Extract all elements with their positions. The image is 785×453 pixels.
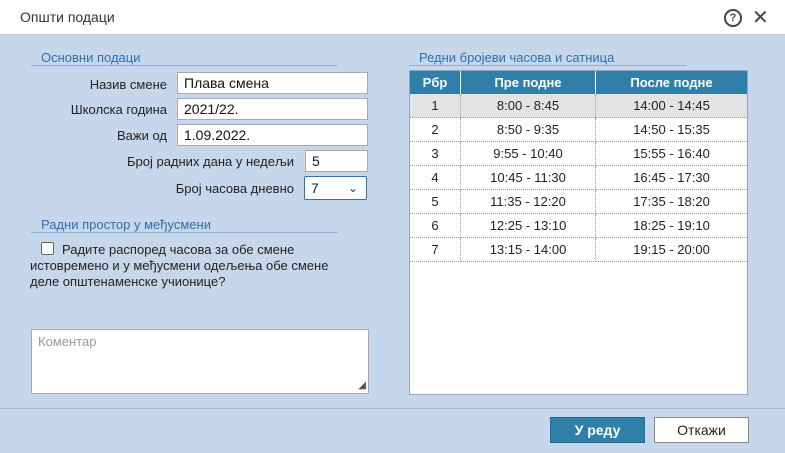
- table-row[interactable]: 4 10:45 - 11:30 16:45 - 17:30: [410, 165, 747, 190]
- schedule-section-title: Редни бројеви часова и сатница: [419, 50, 615, 65]
- table-cell: 18:25 - 19:10: [595, 213, 747, 238]
- working-days-label: Број радних дана у недељи: [126, 154, 294, 169]
- ok-button[interactable]: У реду: [550, 417, 645, 443]
- table-row[interactable]: 6 12:25 - 13:10 18:25 - 19:10: [410, 213, 747, 238]
- table-cell: 10:45 - 11:30: [460, 165, 596, 190]
- table-cell: 14:00 - 14:45: [595, 94, 747, 118]
- school-year-label: Школска година: [70, 102, 167, 117]
- valid-from-field[interactable]: 1.09.2022.: [177, 124, 368, 146]
- shift-name-field[interactable]: Плава смена: [177, 72, 368, 94]
- table-cell: 4: [410, 165, 461, 190]
- table-header-row: Рбр Пре подне После подне: [410, 71, 747, 94]
- comment-placeholder: Коментар: [38, 334, 97, 349]
- column-header-morning[interactable]: Пре подне: [460, 71, 596, 94]
- cancel-button[interactable]: Откажи: [654, 417, 749, 443]
- shift-name-label: Назив смене: [89, 77, 167, 92]
- table-cell: 17:35 - 18:20: [595, 189, 747, 214]
- table-cell: 14:50 - 15:35: [595, 117, 747, 142]
- table-row[interactable]: 2 8:50 - 9:35 14:50 - 15:35: [410, 117, 747, 142]
- classes-per-day-label: Број часова дневно: [175, 181, 294, 196]
- classes-per-day-select[interactable]: 7 ⌄: [304, 176, 367, 200]
- workspace-section-title: Радни простор у међусмени: [41, 217, 211, 232]
- school-year-field[interactable]: 2021/22.: [177, 98, 368, 120]
- table-cell: 15:55 - 16:40: [595, 141, 747, 166]
- table-cell: 5: [410, 189, 461, 214]
- title-bar: Општи подаци ? ✕: [0, 0, 785, 35]
- column-header-number[interactable]: Рбр: [410, 71, 461, 94]
- table-cell: 16:45 - 17:30: [595, 165, 747, 190]
- table-cell: 12:25 - 13:10: [460, 213, 596, 238]
- window-title: Општи подаци: [20, 9, 115, 25]
- table-cell: 19:15 - 20:00: [595, 237, 747, 262]
- table-cell: 7: [410, 237, 461, 262]
- help-icon[interactable]: ?: [724, 9, 742, 27]
- table-row[interactable]: 3 9:55 - 10:40 15:55 - 16:40: [410, 141, 747, 166]
- close-icon[interactable]: ✕: [752, 5, 769, 30]
- chevron-down-icon: ⌄: [347, 181, 358, 195]
- workspace-section-divider: [31, 232, 338, 233]
- basic-section-divider: [31, 65, 338, 66]
- table-cell: 6: [410, 213, 461, 238]
- table-row[interactable]: 5 11:35 - 12:20 17:35 - 18:20: [410, 189, 747, 214]
- comment-textarea[interactable]: Коментар ◢: [31, 329, 369, 394]
- basic-section-title: Основни подаци: [41, 50, 141, 65]
- workspace-checkbox-label: Радите распоред часова за обе смене исто…: [30, 242, 329, 289]
- table-cell: 11:35 - 12:20: [460, 189, 596, 214]
- table-cell: 3: [410, 141, 461, 166]
- valid-from-label: Важи од: [116, 128, 167, 143]
- table-cell: 9:55 - 10:40: [460, 141, 596, 166]
- column-header-afternoon[interactable]: После подне: [595, 71, 747, 94]
- schedule-table: Рбр Пре подне После подне 1 8:00 - 8:45 …: [409, 70, 748, 395]
- table-row[interactable]: 7 13:15 - 14:00 19:15 - 20:00: [410, 237, 747, 262]
- table-cell: 8:50 - 9:35: [460, 117, 596, 142]
- table-cell: 1: [410, 94, 461, 118]
- workspace-checkbox[interactable]: [41, 242, 54, 255]
- classes-per-day-value: 7: [311, 180, 319, 196]
- schedule-section-divider: [409, 65, 686, 66]
- table-row[interactable]: 1 8:00 - 8:45 14:00 - 14:45: [410, 94, 747, 118]
- table-cell: 13:15 - 14:00: [460, 237, 596, 262]
- table-cell: 8:00 - 8:45: [460, 94, 596, 118]
- working-days-field[interactable]: 5: [305, 150, 368, 172]
- resize-grip-icon[interactable]: ◢: [358, 380, 366, 391]
- table-cell: 2: [410, 117, 461, 142]
